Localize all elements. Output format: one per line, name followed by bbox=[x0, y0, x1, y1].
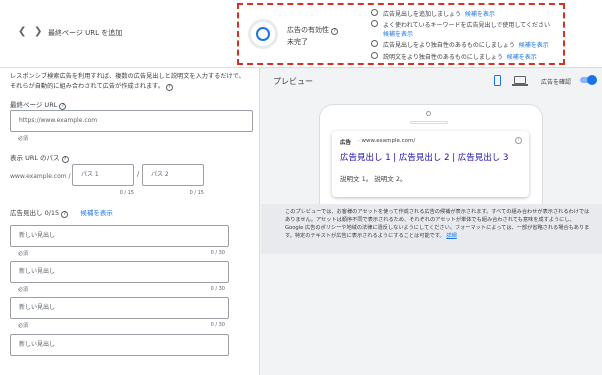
radio-icon[interactable] bbox=[371, 9, 378, 16]
headline-helper: 必須 bbox=[18, 287, 29, 293]
smartphone-icon[interactable] bbox=[494, 75, 501, 86]
camera-icon bbox=[426, 111, 431, 116]
gauge-fill bbox=[256, 27, 270, 41]
headline-counter: 0 / 30 bbox=[210, 286, 225, 292]
ad-form-panel: レスポンシブ検索広告を利用すれば、複数の広告見出しと説明文を入力するだけで、それ… bbox=[0, 68, 260, 375]
page-title: 最終ページ URL を追加 bbox=[48, 29, 123, 37]
ad-strength-status: 未完了 bbox=[287, 38, 308, 46]
top-bar: ❮ ❯ 最終ページ URL を追加 広告の有効性 ? 未完了 広告見出しを追加し… bbox=[0, 0, 602, 68]
suggestion-link[interactable]: 候補を表示 bbox=[519, 42, 549, 49]
ad-strength-gauge-icon bbox=[248, 19, 278, 49]
headline-input[interactable]: 新しい見出し bbox=[10, 334, 229, 356]
display-path-label: 表示 URL のパス ? bbox=[10, 152, 69, 163]
ad-description: 説明文 1。 説明文 2。 bbox=[340, 175, 407, 183]
help-icon[interactable]: ? bbox=[331, 28, 339, 35]
phone-mockup: 広告 · www.example.com/ i 広告見出し 1 | 広告見出し … bbox=[319, 104, 543, 204]
help-icon[interactable]: ? bbox=[59, 103, 67, 110]
path1-input[interactable]: パス 1 bbox=[72, 164, 134, 186]
show-suggestions-link[interactable]: 候補を表示 bbox=[80, 209, 113, 217]
headline-helper: 必須 bbox=[18, 251, 29, 257]
path-separator: / bbox=[137, 170, 140, 178]
disclaimer-text: このプレビューでは、お客様のアセットを使って作成される広告の候補が表示されます。… bbox=[285, 209, 590, 239]
radio-icon[interactable] bbox=[371, 40, 378, 47]
headlines-label: 広告見出し 0/15 ? 候補を表示 bbox=[10, 207, 113, 218]
help-icon[interactable]: ? bbox=[61, 211, 69, 218]
ad-badge: 広告 bbox=[340, 140, 352, 146]
headline-counter: 0 / 30 bbox=[210, 322, 225, 328]
final-url-label-text: 最終ページ URL bbox=[10, 101, 58, 109]
suggestion-text: よく使われているキーワードを広告見出しで使用してください bbox=[383, 22, 550, 29]
preview-title: プレビュー bbox=[273, 77, 313, 86]
ad-headline[interactable]: 広告見出し 1 | 広告見出し 2 | 広告見出し 3 bbox=[340, 151, 508, 163]
intro-text: レスポンシブ検索広告を利用すれば、複数の広告見出しと説明文を入力するだけで、それ… bbox=[10, 72, 250, 92]
ad-strength-label: 広告の有効性 ? bbox=[287, 25, 339, 35]
learn-more-link[interactable]: 詳細 bbox=[446, 233, 456, 239]
display-domain: www.example.com / bbox=[10, 173, 71, 180]
intro-text-content: レスポンシブ検索広告を利用すれば、複数の広告見出しと説明文を入力するだけで、それ… bbox=[10, 73, 245, 90]
ad-display-url: · www.example.com/ bbox=[358, 138, 416, 144]
help-icon[interactable]: ? bbox=[61, 156, 69, 163]
preview-panel: プレビュー 広告を確認 広告 · www.example.com/ i 広告見出… bbox=[261, 68, 602, 375]
suggestion-link[interactable]: 候補を表示 bbox=[507, 54, 537, 61]
headline-input[interactable]: 新しい見出し bbox=[10, 225, 229, 247]
path2-counter: 0 / 15 bbox=[189, 190, 204, 196]
ad-preview-card: 広告 · www.example.com/ i 広告見出し 1 | 広告見出し … bbox=[332, 131, 529, 197]
suggestion-link[interactable]: 候補を表示 bbox=[465, 11, 495, 18]
info-icon[interactable]: i bbox=[515, 137, 522, 144]
suggestion-text: 説明文をより独自性のあるものにしましょう bbox=[383, 54, 503, 61]
path1-counter: 0 / 15 bbox=[119, 190, 134, 196]
ad-display-url-text: www.example.com/ bbox=[361, 138, 416, 144]
suggestion-text: 広告見出しを追加しましょう bbox=[383, 11, 462, 18]
headline-input[interactable]: 新しい見出し bbox=[10, 297, 229, 319]
display-domain-text: www.example.com bbox=[10, 173, 67, 180]
final-url-helper: 必須 bbox=[18, 136, 29, 142]
chevron-right-icon[interactable]: ❯ bbox=[34, 26, 42, 37]
radio-icon[interactable] bbox=[371, 52, 378, 59]
path-separator: / bbox=[68, 173, 71, 180]
help-icon[interactable]: ? bbox=[165, 84, 173, 91]
headlines-label-text: 広告見出し 0/15 bbox=[10, 209, 60, 217]
chevron-left-icon[interactable]: ❮ bbox=[18, 26, 26, 37]
headline-helper: 必須 bbox=[18, 323, 29, 329]
suggestion-text: 広告見出しをより独自性のあるものにしましょう bbox=[383, 42, 515, 49]
speaker-grille bbox=[410, 121, 448, 124]
desktop-icon-stand bbox=[512, 84, 528, 86]
headline-counter: 0 / 30 bbox=[210, 250, 225, 256]
ad-strength-label-text: 広告の有効性 bbox=[287, 26, 329, 34]
radio-icon[interactable] bbox=[371, 20, 378, 27]
final-url-label: 最終ページ URL ? bbox=[10, 99, 67, 110]
display-path-label-text: 表示 URL のパス bbox=[10, 154, 60, 162]
ad-strength-panel: 広告の有効性 ? 未完了 広告見出しを追加しましょう 候補を表示 よく使われてい… bbox=[237, 3, 565, 65]
headline-input[interactable]: 新しい見出し bbox=[10, 261, 229, 283]
rotate-ads-label: 広告を確認 bbox=[541, 79, 572, 86]
path2-input[interactable]: パス 2 bbox=[142, 164, 204, 186]
desktop-icon[interactable] bbox=[514, 76, 526, 84]
preview-disclaimer: このプレビューでは、お客様のアセットを使って作成される広告の候補が表示されます。… bbox=[261, 204, 602, 254]
suggestion-link[interactable]: 候補を表示 bbox=[383, 31, 413, 38]
toggle-knob[interactable] bbox=[587, 75, 597, 85]
final-url-input[interactable]: https://www.example.com bbox=[10, 110, 253, 132]
